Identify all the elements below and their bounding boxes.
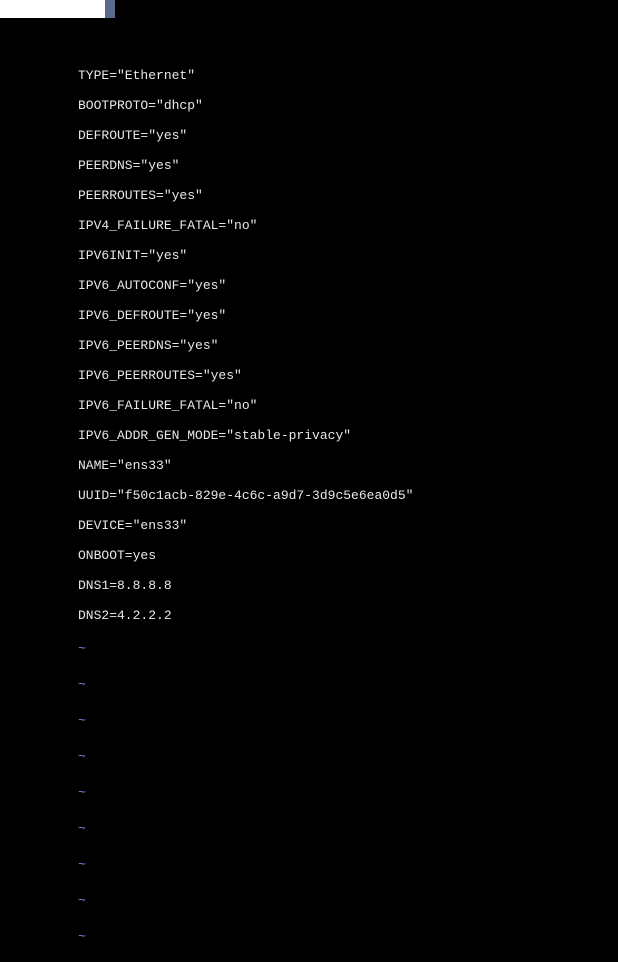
config-line: IPV6_PEERDNS="yes" <box>78 338 618 353</box>
tilde-line: ~ <box>78 638 618 659</box>
tilde-line: ~ <box>78 746 618 767</box>
tilde-line: ~ <box>78 674 618 695</box>
terminal-content: TYPE="Ethernet" BOOTPROTO="dhcp" DEFROUT… <box>0 18 618 962</box>
config-line: DNS1=8.8.8.8 <box>78 578 618 593</box>
tilde-line: ~ <box>78 926 618 947</box>
config-line: IPV6_ADDR_GEN_MODE="stable-privacy" <box>78 428 618 443</box>
tilde-line: ~ <box>78 854 618 875</box>
tab-inactive[interactable] <box>105 0 115 18</box>
tilde-line: ~ <box>78 710 618 731</box>
config-line: UUID="f50c1acb-829e-4c6c-a9d7-3d9c5e6ea0… <box>78 488 618 503</box>
config-line: DNS2=4.2.2.2 <box>78 608 618 623</box>
tilde-line: ~ <box>78 890 618 911</box>
config-line: DEVICE="ens33" <box>78 518 618 533</box>
config-line: PEERROUTES="yes" <box>78 188 618 203</box>
config-line: TYPE="Ethernet" <box>78 68 618 83</box>
config-line: PEERDNS="yes" <box>78 158 618 173</box>
config-line: IPV6INIT="yes" <box>78 248 618 263</box>
config-line: IPV6_AUTOCONF="yes" <box>78 278 618 293</box>
config-line: IPV6_FAILURE_FATAL="no" <box>78 398 618 413</box>
config-line: IPV6_DEFROUTE="yes" <box>78 308 618 323</box>
config-line: DEFROUTE="yes" <box>78 128 618 143</box>
config-line: ONBOOT=yes <box>78 548 618 563</box>
config-line: NAME="ens33" <box>78 458 618 473</box>
tab-bar <box>0 0 618 18</box>
config-line: IPV4_FAILURE_FATAL="no" <box>78 218 618 233</box>
tilde-line: ~ <box>78 782 618 803</box>
tilde-line: ~ <box>78 818 618 839</box>
tab-active[interactable] <box>0 0 105 18</box>
config-line: BOOTPROTO="dhcp" <box>78 98 618 113</box>
config-line: IPV6_PEERROUTES="yes" <box>78 368 618 383</box>
